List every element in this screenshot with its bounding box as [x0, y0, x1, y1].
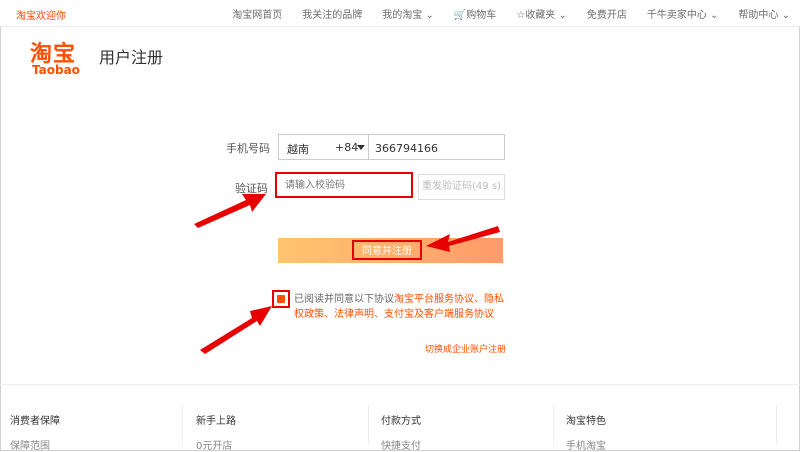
annotation-arrow-icon [200, 306, 272, 354]
nav-brands-link[interactable]: 我关注的品牌 [302, 6, 362, 21]
enterprise-register-link[interactable]: 切换成企业账户注册 [425, 342, 506, 355]
footer-column-divider [553, 405, 554, 445]
footer-column-divider [776, 405, 777, 445]
annotation-arrow-icon [194, 194, 266, 228]
footer-column-link[interactable]: 0元开店 [196, 437, 236, 452]
welcome-text: 淘宝欢迎你 [16, 11, 66, 22]
footer-column-title: 付款方式 [381, 416, 421, 427]
nav-my-taobao-label: 我的淘宝 [382, 9, 423, 21]
country-code[interactable]: +84 [335, 141, 358, 154]
taobao-logo[interactable]: 淘宝 Taobao [30, 36, 90, 77]
footer-column: 付款方式 快捷支付 [381, 412, 421, 452]
nav-open-shop-link[interactable]: 免费开店 [587, 6, 627, 21]
phone-field-group: 越南 +84 [278, 134, 505, 160]
footer-column-title: 消费者保障 [10, 416, 60, 427]
logo-en: Taobao [32, 63, 80, 77]
cart-icon: 🛒 [453, 9, 467, 21]
chevron-down-icon: ⌄ [710, 9, 719, 21]
footer-column-link[interactable]: 手机淘宝 [566, 437, 606, 452]
nav-help-label: 帮助中心 [738, 9, 779, 21]
footer-column: 淘宝特色 手机淘宝 [566, 412, 606, 452]
chevron-down-icon: ⌄ [781, 9, 790, 21]
nav-cart-link[interactable]: 🛒购物车 [454, 6, 496, 21]
phone-divider [368, 135, 369, 159]
chevron-down-icon[interactable] [357, 145, 365, 150]
nav-my-taobao-link[interactable]: 我的淘宝 ⌄ [382, 6, 434, 21]
footer-divider [0, 384, 800, 385]
footer-column-link[interactable]: 保障范围 [10, 437, 60, 452]
footer-column: 消费者保障 保障范围 [10, 412, 60, 452]
footer-column-divider [182, 405, 183, 445]
footer-column-title: 新手上路 [196, 416, 236, 427]
nav-seller-center-link[interactable]: 千牛卖家中心 ⌄ [647, 6, 719, 21]
footer-column-title: 淘宝特色 [566, 416, 606, 427]
nav-favorites-link[interactable]: ☆收藏夹 ⌄ [516, 6, 567, 21]
verification-code-input[interactable] [275, 172, 413, 198]
nav-cart-label: 购物车 [466, 9, 497, 21]
footer-column: 新手上路 0元开店 [196, 412, 236, 452]
checkbox-checked-icon [277, 295, 285, 303]
top-nav-bar: 淘宝欢迎你 淘宝网首页 我关注的品牌 我的淘宝 ⌄ 🛒购物车 ☆收藏夹 ⌄ 免费… [0, 0, 800, 27]
nav-home-link[interactable]: 淘宝网首页 [232, 6, 282, 21]
footer-column-link[interactable]: 快捷支付 [381, 437, 421, 452]
agreement-text: 已阅读并同意以下协议淘宝平台服务协议、隐私权政策、法律声明、支付宝及客户端服务协… [294, 292, 509, 322]
page-title: 用户注册 [99, 48, 164, 67]
chevron-down-icon: ⌄ [558, 9, 567, 21]
nav-favorites-label: 收藏夹 [525, 9, 556, 21]
country-select[interactable]: 越南 [287, 141, 309, 157]
chevron-down-icon: ⌄ [425, 9, 434, 21]
top-nav-links: 淘宝网首页 我关注的品牌 我的淘宝 ⌄ 🛒购物车 ☆收藏夹 ⌄ 免费开店 千牛卖… [222, 0, 800, 26]
submit-button-label[interactable]: 同意并注册 [352, 240, 422, 260]
nav-seller-center-label: 千牛卖家中心 [646, 9, 707, 21]
annotation-arrow-icon [426, 226, 500, 252]
phone-input[interactable] [373, 137, 502, 159]
resend-code-button[interactable]: 重发验证码(49 s) [418, 174, 505, 200]
footer-column-divider [368, 405, 369, 445]
star-icon: ☆ [516, 9, 526, 21]
nav-help-link[interactable]: 帮助中心 ⌄ [738, 6, 790, 21]
agreement-prefix: 已阅读并同意以下协议 [294, 294, 394, 305]
phone-label: 手机号码 [226, 142, 270, 155]
